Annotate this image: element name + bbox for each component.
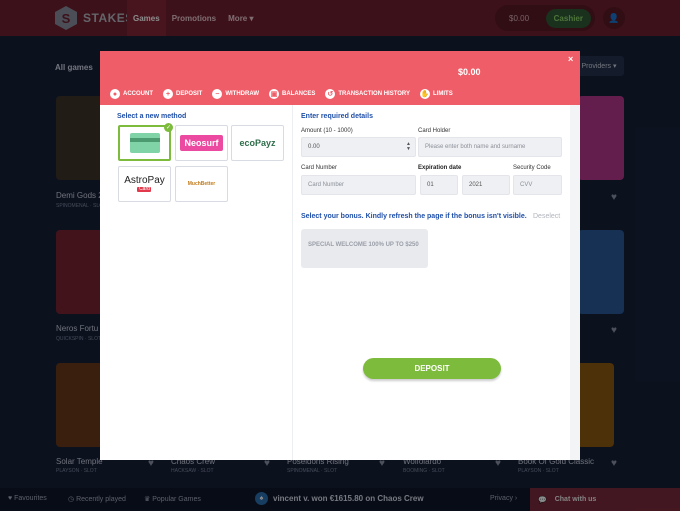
- expiry-month-select[interactable]: 01: [420, 175, 458, 195]
- tab-account-label: ACCOUNT: [123, 91, 153, 97]
- expiry-year-select[interactable]: 2021: [462, 175, 510, 195]
- method-ecopayz[interactable]: ecoPayz: [231, 125, 284, 161]
- tab-transaction-history[interactable]: ↺ TRANSACTION HISTORY: [325, 87, 410, 101]
- cashier-tabs: ● ACCOUNT + DEPOSIT − WITHDRAW ▣ BALANCES ↺ T…: [100, 87, 453, 101]
- ecopayz-logo: ecoPayz: [239, 138, 276, 148]
- tab-withdraw[interactable]: − WITHDRAW: [212, 87, 259, 101]
- bonus-option[interactable]: SPECIAL WELCOME 100% UP TO $250: [301, 229, 428, 268]
- tab-deposit-label: DEPOSIT: [176, 91, 203, 97]
- history-icon: ↺: [325, 89, 336, 99]
- expiry-label: Expiration date: [418, 165, 462, 171]
- minus-icon: −: [212, 89, 223, 99]
- amount-label: Amount (10 - 1000): [301, 128, 353, 134]
- method-card[interactable]: ✓: [118, 123, 173, 161]
- amount-value: 0.00: [308, 144, 320, 150]
- tab-history-label: TRANSACTION HISTORY: [338, 91, 411, 97]
- method-panel: Select a new method ✓ Neosurf ecoPayz As…: [100, 105, 293, 460]
- method-muchbetter[interactable]: MuchBetter: [175, 166, 228, 202]
- card-holder-input[interactable]: Please enter both name and surname: [418, 137, 562, 157]
- astropay-text: AstroPay: [124, 175, 165, 186]
- method-astropay[interactable]: AstroPay Card: [118, 166, 171, 202]
- modal-balance: $0.00: [458, 67, 481, 77]
- neosurf-logo: Neosurf: [180, 135, 223, 151]
- check-icon: ✓: [164, 123, 173, 132]
- method-neosurf[interactable]: Neosurf: [175, 125, 228, 161]
- tab-limits-label: LIMITS: [433, 91, 453, 97]
- amount-stepper-icon[interactable]: ▲ ▼: [406, 142, 411, 152]
- wallet-icon: ▣: [269, 89, 280, 99]
- bonus-instruction: Select your bonus. Kindly refresh the pa…: [301, 213, 527, 220]
- hand-icon: ✋: [420, 89, 431, 99]
- tab-deposit[interactable]: + DEPOSIT: [163, 87, 202, 101]
- astropay-logo: AstroPay Card: [124, 176, 165, 192]
- tab-balances[interactable]: ▣ BALANCES: [269, 87, 315, 101]
- card-number-input[interactable]: Card Number: [301, 175, 416, 195]
- modal-scrollbar[interactable]: [570, 105, 580, 460]
- muchbetter-logo: MuchBetter: [187, 181, 216, 187]
- cashier-modal: $0.00 × ● ACCOUNT + DEPOSIT − WITHDRAW ▣ BAL…: [100, 51, 580, 460]
- tab-withdraw-label: WITHDRAW: [225, 91, 260, 97]
- astropay-card-text: Card: [137, 186, 152, 192]
- cvv-input[interactable]: CVV: [513, 175, 562, 195]
- card-number-label: Card Number: [301, 165, 338, 171]
- tab-account[interactable]: ● ACCOUNT: [110, 87, 153, 101]
- deselect-bonus-link[interactable]: Deselect: [533, 213, 560, 220]
- modal-header: $0.00 × ● ACCOUNT + DEPOSIT − WITHDRAW ▣ BAL…: [100, 51, 580, 105]
- account-icon: ●: [110, 89, 120, 99]
- amount-input[interactable]: 0.00 ▲ ▼: [301, 137, 416, 157]
- card-holder-label: Card Holder: [418, 128, 451, 134]
- plus-icon: +: [163, 89, 173, 99]
- deposit-button[interactable]: DEPOSIT: [363, 358, 501, 379]
- security-code-label: Security Code: [513, 165, 551, 171]
- modal-body: Select a new method ✓ Neosurf ecoPayz As…: [100, 105, 570, 460]
- details-heading: Enter required details: [301, 113, 373, 120]
- select-method-heading: Select a new method: [117, 113, 187, 120]
- credit-card-icon: [129, 133, 160, 153]
- tab-balances-label: BALANCES: [282, 91, 316, 97]
- tab-limits[interactable]: ✋ LIMITS: [420, 87, 453, 101]
- close-icon[interactable]: ×: [568, 54, 573, 64]
